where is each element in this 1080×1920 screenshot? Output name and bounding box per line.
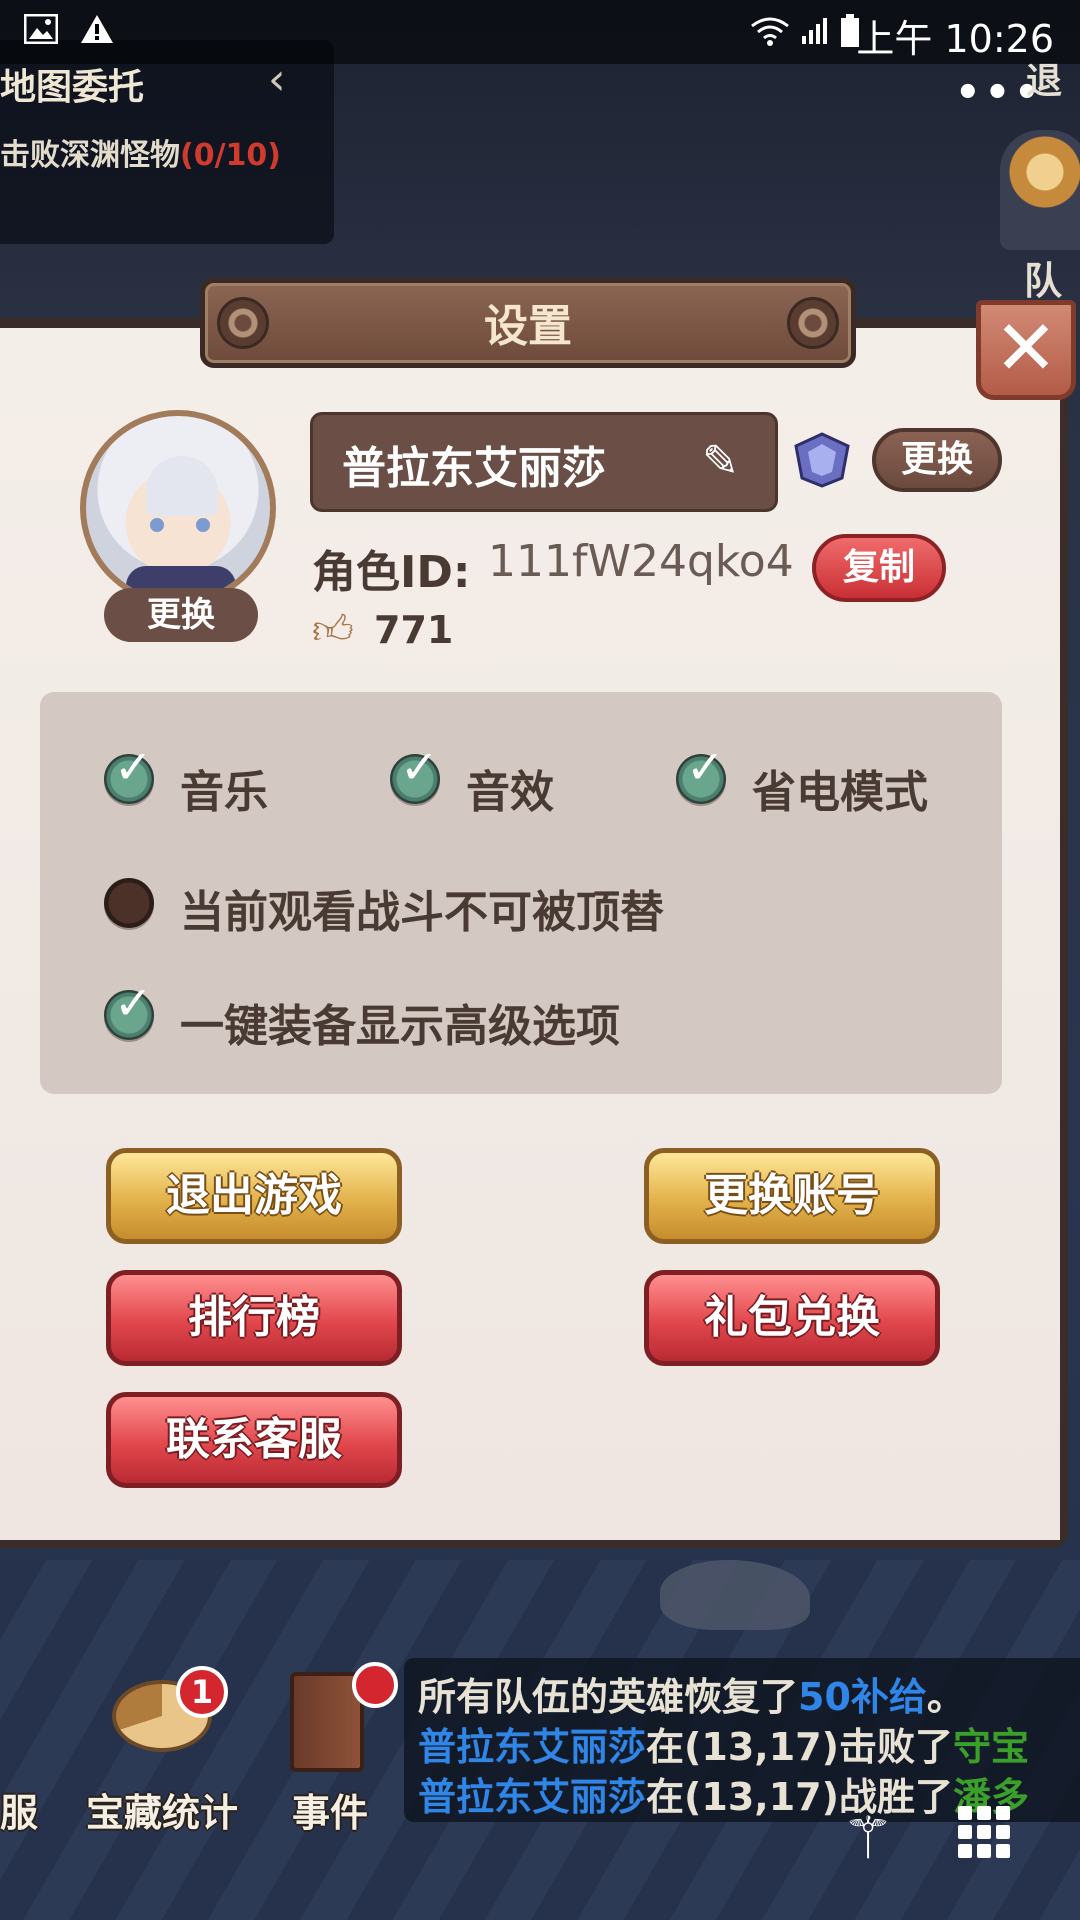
change-avatar-button[interactable]: 更换 (104, 588, 258, 642)
quest-task: 击败深渊怪物(0/10) (0, 138, 282, 173)
battle-log: 所有队伍的英雄恢复了50补给。 普拉东艾丽莎在(13,17)击败了守宝 普拉东艾… (404, 1658, 1080, 1822)
option-battle-watch[interactable] (104, 878, 154, 928)
checkbox-checked-icon[interactable]: ✓ (104, 740, 154, 804)
quest-panel[interactable]: 地图委托 ‹ 击败深渊怪物(0/10) (0, 40, 334, 244)
switch-account-button[interactable]: 更换账号 (644, 1148, 940, 1244)
option-music-label: 音乐 (180, 767, 268, 818)
avatar-hair (146, 456, 218, 516)
thumbs-up-icon: 👍︎ (312, 607, 354, 653)
log-line: 普拉东艾丽莎在(13,17)战胜了潘多 (418, 1775, 1029, 1819)
grid-menu-icon[interactable] (958, 1806, 1010, 1858)
quest-title: 地图委托 (0, 67, 145, 108)
option-advanced-equip[interactable]: ✓ (104, 976, 154, 1040)
notification-dot (352, 1662, 398, 1708)
role-id-value: 111fW24qko4 (488, 536, 794, 587)
notification-badge: 1 (176, 1666, 228, 1718)
team-hero-portrait[interactable] (1000, 130, 1080, 250)
status-bar: 上午 10:26 (0, 0, 1080, 64)
player-name: 普拉东艾丽莎 (342, 443, 606, 494)
log-line: 普拉东艾丽莎在(13,17)击败了守宝 (418, 1725, 1029, 1769)
leaderboard-button[interactable]: 排行榜 (106, 1270, 402, 1366)
like-count: 771 (374, 608, 454, 652)
status-left-icons (24, 14, 114, 44)
copy-id-button[interactable]: 复制 (812, 534, 946, 602)
avatar-eye (150, 518, 164, 532)
avatar[interactable] (80, 410, 276, 606)
gift-redeem-button[interactable]: 礼包兑换 (644, 1270, 940, 1366)
option-battle-watch-label: 当前观看战斗不可被顶替 (180, 887, 664, 938)
rank-badge-icon (794, 432, 850, 488)
option-music[interactable]: ✓ (104, 740, 154, 804)
close-button[interactable]: ✕ (976, 300, 1076, 400)
option-sfx-label: 音效 (466, 767, 554, 818)
log-line: 所有队伍的英雄恢复了50补给。 (418, 1675, 965, 1719)
dialog-title: 设置 (484, 301, 572, 352)
status-time: 上午 10:26 (856, 17, 1054, 61)
option-sfx[interactable]: ✓ (390, 740, 440, 804)
quest-progress: (0/10) (180, 138, 282, 173)
signal-icon (802, 18, 827, 44)
checkbox-unchecked-icon[interactable] (104, 878, 154, 928)
option-power-save-label: 省电模式 (752, 767, 928, 818)
checkbox-checked-icon[interactable]: ✓ (104, 976, 154, 1040)
magic-wand-icon[interactable]: ⚚ (842, 1804, 894, 1872)
events-button[interactable]: 事件 (292, 1782, 368, 1837)
status-right-icons (750, 14, 860, 48)
image-icon (24, 14, 58, 44)
close-icon: ✕ (994, 303, 1058, 392)
avatar-eye (196, 518, 210, 532)
checkbox-checked-icon[interactable]: ✓ (676, 740, 726, 804)
option-power-save[interactable]: ✓ (676, 740, 726, 804)
checkbox-checked-icon[interactable]: ✓ (390, 740, 440, 804)
wifi-icon (751, 17, 789, 46)
treasure-stats-button[interactable]: 宝藏统计 (86, 1782, 238, 1837)
role-id-label: 角色ID: (312, 547, 471, 598)
contact-support-button[interactable]: 联系客服 (106, 1392, 402, 1488)
exit-game-button[interactable]: 退出游戏 (106, 1148, 402, 1244)
menu-label-fragment[interactable]: 服 (0, 1782, 38, 1837)
option-advanced-equip-label: 一键装备显示高级选项 (180, 1001, 620, 1052)
warning-icon (81, 15, 113, 43)
edit-pencil-icon[interactable]: ✎ (702, 436, 739, 487)
change-title-button[interactable]: 更换 (872, 428, 1002, 492)
